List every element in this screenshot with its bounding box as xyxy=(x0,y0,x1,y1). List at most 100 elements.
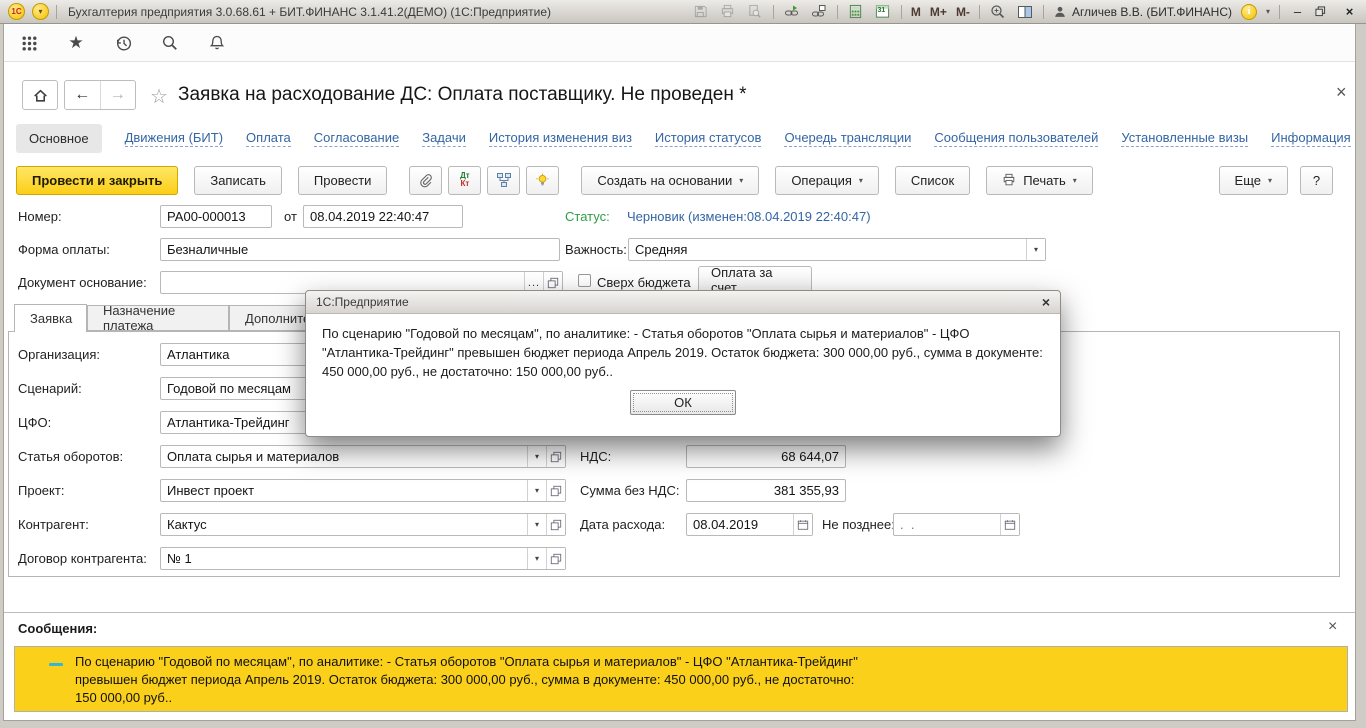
tab-zayavka[interactable]: Заявка xyxy=(14,304,87,332)
app-title: Бухгалтерия предприятия 3.0.68.61 + БИТ.… xyxy=(68,5,551,19)
current-user[interactable]: Агличев В.В. (БИТ.ФИНАНС) xyxy=(1053,5,1232,19)
get-link-icon[interactable] xyxy=(783,3,801,21)
restore-button[interactable] xyxy=(1315,6,1332,17)
vat-input[interactable] xyxy=(686,445,846,468)
contract-dropdown-button[interactable]: ▾ xyxy=(527,548,546,569)
expense-date-input[interactable] xyxy=(687,514,793,535)
post-and-close-button[interactable]: Провести и закрыть xyxy=(16,166,178,195)
turnover-item-input[interactable] xyxy=(161,446,527,467)
expense-date-field xyxy=(686,513,813,536)
counterparty-dropdown-button[interactable]: ▾ xyxy=(527,514,546,535)
over-budget-checkbox[interactable] xyxy=(578,274,591,287)
chevron-down-icon: ▾ xyxy=(859,176,863,185)
home-icon xyxy=(32,87,49,104)
project-dropdown-button[interactable]: ▾ xyxy=(527,480,546,501)
tab-zadachi[interactable]: Задачи xyxy=(422,130,466,147)
dt-kt-icon: Дт Кт xyxy=(460,172,470,188)
go-to-link-icon[interactable] xyxy=(810,3,828,21)
status-value-link[interactable]: Черновик (изменен:08.04.2019 22:40:47) xyxy=(627,209,871,224)
counterparty-input[interactable] xyxy=(161,514,527,535)
counterparty-open-button[interactable] xyxy=(546,514,565,535)
memory-m-plus-button[interactable]: M+ xyxy=(930,5,947,19)
message-text: По сценарию "Годовой по месяцам", по ана… xyxy=(75,653,875,707)
info-icon[interactable]: i xyxy=(1241,4,1257,20)
favorites-icon[interactable]: ★ xyxy=(66,33,86,53)
over-budget-label[interactable]: Сверх бюджета xyxy=(597,275,691,290)
tab-oplata[interactable]: Оплата xyxy=(246,130,291,147)
calendar-icon[interactable]: 31 xyxy=(874,3,892,21)
turnover-item-dropdown-button[interactable]: ▾ xyxy=(527,446,546,467)
more-button[interactable]: Еще▾ xyxy=(1219,166,1288,195)
document-structure-button[interactable] xyxy=(487,166,520,195)
help-button[interactable]: ? xyxy=(1300,166,1333,195)
printer-icon xyxy=(1002,173,1016,187)
add-to-favorites-star-icon[interactable]: ☆ xyxy=(150,84,168,109)
importance-input[interactable] xyxy=(629,239,1026,260)
tab-soobshcheniya-polzovatelej[interactable]: Сообщения пользователей xyxy=(934,130,1098,147)
sum-without-vat-input[interactable] xyxy=(686,479,846,502)
dt-kt-postings-button[interactable]: Дт Кт xyxy=(448,166,481,195)
tab-soglasovanie[interactable]: Согласование xyxy=(314,130,399,147)
print-button[interactable]: Печать▾ xyxy=(986,166,1093,195)
app-window: 1С ▾ Бухгалтерия предприятия 3.0.68.61 +… xyxy=(0,0,1366,728)
post-button[interactable]: Провести xyxy=(298,166,388,195)
importance-dropdown-button[interactable]: ▾ xyxy=(1026,239,1045,260)
payment-form-input[interactable] xyxy=(160,238,560,261)
contract-input[interactable] xyxy=(161,548,527,569)
ok-button[interactable]: ОК xyxy=(630,390,736,415)
turnover-item-open-button[interactable] xyxy=(546,446,565,467)
tab-istoriya-viz[interactable]: История изменения виз xyxy=(489,130,632,147)
project-input[interactable] xyxy=(161,480,527,501)
calculator-icon[interactable] xyxy=(847,3,865,21)
counterparty-field: ▾ xyxy=(160,513,566,536)
zoom-icon[interactable] xyxy=(989,3,1007,21)
divider xyxy=(1279,5,1280,19)
save-icon[interactable] xyxy=(692,3,710,21)
advice-bulb-button[interactable] xyxy=(526,166,559,195)
print-preview-icon[interactable] xyxy=(746,3,764,21)
number-input[interactable] xyxy=(160,205,272,228)
operation-button[interactable]: Операция▾ xyxy=(775,166,879,195)
menu-grid-icon[interactable] xyxy=(19,33,39,53)
split-window-icon[interactable] xyxy=(1016,3,1034,21)
write-button[interactable]: Записать xyxy=(194,166,282,195)
forward-button[interactable]: → xyxy=(101,81,136,109)
tab-istoriya-statusov[interactable]: История статусов xyxy=(655,130,762,147)
expense-date-calendar-button[interactable] xyxy=(793,514,812,535)
minimize-button[interactable]: – xyxy=(1289,4,1306,19)
memory-m-button[interactable]: M xyxy=(911,5,921,19)
document-date-input[interactable] xyxy=(303,205,463,228)
project-field: ▾ xyxy=(160,479,566,502)
home-button[interactable] xyxy=(22,80,58,110)
tab-dvizheniya-bit[interactable]: Движения (БИТ) xyxy=(125,130,223,147)
dialog-close-icon[interactable]: × xyxy=(1042,294,1050,310)
contract-open-button[interactable] xyxy=(546,548,565,569)
memory-m-minus-button[interactable]: M- xyxy=(956,5,970,19)
info-caret-icon[interactable]: ▾ xyxy=(1266,7,1270,16)
1c-logo-icon[interactable]: 1С xyxy=(8,3,25,20)
tab-osnovnoe[interactable]: Основное xyxy=(16,124,102,153)
tab-ustanovlennye-vizy[interactable]: Установленные визы xyxy=(1121,130,1248,147)
tab-naznachenie-platezha[interactable]: Назначение платежа xyxy=(87,305,229,331)
notifications-bell-icon[interactable] xyxy=(207,33,227,53)
base-document-label: Документ основание: xyxy=(18,275,147,290)
project-open-button[interactable] xyxy=(546,480,565,501)
form-close-icon[interactable]: × xyxy=(1336,82,1347,103)
tab-ochered-translyacii[interactable]: Очередь трансляции xyxy=(784,130,911,147)
cfo-label: ЦФО: xyxy=(18,415,51,430)
not-later-calendar-button[interactable] xyxy=(1000,514,1019,535)
list-button[interactable]: Список xyxy=(895,166,970,195)
attachments-paperclip-button[interactable] xyxy=(409,166,442,195)
not-later-input[interactable] xyxy=(894,514,1000,535)
print-icon[interactable] xyxy=(719,3,737,21)
message-item[interactable]: По сценарию "Годовой по месяцам", по ана… xyxy=(14,646,1348,712)
messages-close-icon[interactable]: × xyxy=(1328,618,1337,636)
back-button[interactable]: ← xyxy=(65,81,101,109)
tab-informaciya[interactable]: Информация xyxy=(1271,130,1351,147)
search-icon[interactable] xyxy=(160,33,180,53)
window-close-button[interactable]: × xyxy=(1341,4,1358,19)
pay-at-expense-button[interactable]: Оплата за счет xyxy=(698,266,812,293)
history-icon[interactable] xyxy=(113,33,133,53)
main-menu-button[interactable]: ▾ xyxy=(32,3,49,20)
create-on-base-button[interactable]: Создать на основании▾ xyxy=(581,166,759,195)
